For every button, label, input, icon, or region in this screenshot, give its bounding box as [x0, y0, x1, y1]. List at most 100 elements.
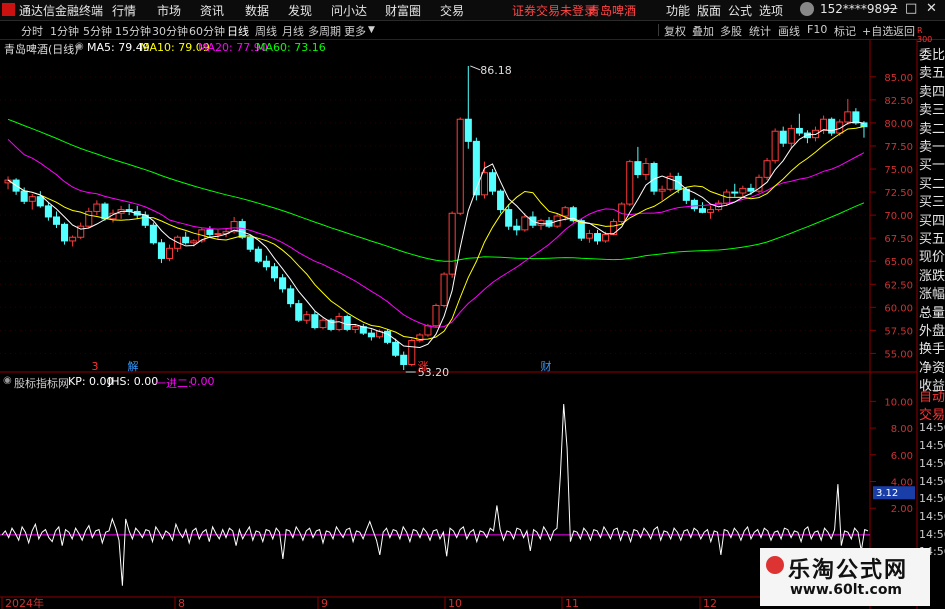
candle-body — [585, 233, 593, 239]
side-panel-label: 买五 — [919, 232, 945, 247]
candle-body — [472, 140, 480, 196]
y-tick-label: 65.00 — [884, 257, 913, 268]
event-marker: 财 — [541, 359, 552, 373]
candle-body — [262, 260, 270, 268]
side-panel-label: 现价 — [919, 250, 945, 266]
side-panel-label: 涨幅 — [919, 287, 945, 303]
candle-body — [642, 162, 650, 176]
candle-body — [480, 172, 488, 196]
ind-y-tick-label: 6.00 — [891, 451, 913, 462]
y-tick-label: 72.50 — [884, 188, 913, 199]
candle-body — [513, 225, 521, 231]
side-panel-label: 14:56 — [919, 474, 945, 488]
y-tick-label: 67.50 — [884, 234, 913, 245]
side-panel-label: 卖五 — [919, 66, 945, 82]
candle-body — [731, 191, 739, 194]
candle-body — [747, 187, 755, 192]
candle-body — [44, 205, 52, 218]
candle-body — [852, 111, 860, 124]
candle-body — [698, 208, 707, 213]
candle-body — [287, 288, 295, 305]
side-panel-label: 14:56 — [919, 509, 945, 523]
watermark-logo-icon — [766, 556, 784, 574]
y-tick-label: 77.50 — [884, 142, 913, 153]
side-panel-label: 总量 — [919, 305, 945, 321]
y-tick-label: 75.00 — [884, 165, 913, 176]
ind-y-tick-label: 2.00 — [891, 504, 913, 515]
candle-body — [61, 223, 69, 242]
candle-body — [755, 176, 763, 192]
candle-body — [165, 247, 174, 259]
side-panel-label: 14:56 — [919, 456, 945, 470]
candle-body — [69, 236, 77, 242]
watermark-url: www.60lt.com — [790, 582, 903, 598]
x-tick-label: 2024年 — [5, 596, 44, 609]
candle-body — [634, 161, 642, 176]
candle-body — [424, 325, 432, 336]
candle-body — [593, 233, 602, 242]
candle-body — [674, 175, 682, 190]
r-badge-icon: R 300 — [917, 26, 933, 44]
kline-chart[interactable]: 55.00 57.50 60.00 62.50 65.00 67.50 70.00 72.50… — [0, 0, 945, 609]
candle-body — [343, 316, 351, 330]
candle-body — [351, 326, 359, 330]
side-panel-label: 卖一 — [919, 140, 945, 155]
candle-body — [400, 354, 408, 365]
candle-body — [214, 233, 222, 236]
watermark: 乐淘公式网 www.60lt.com — [760, 548, 930, 606]
candle-body — [157, 242, 165, 259]
y-tick-label: 57.50 — [884, 326, 913, 337]
x-tick-label: 10 — [448, 597, 462, 609]
candle-body — [658, 188, 666, 192]
candle-body — [626, 161, 634, 205]
side-panel-label: 卖四 — [919, 84, 945, 100]
candle-body — [505, 209, 513, 227]
event-marker: 涨 — [418, 360, 429, 373]
candle-body — [779, 130, 787, 144]
candle-body — [820, 118, 828, 131]
side-panel-label[interactable]: 交易 — [919, 404, 945, 423]
x-tick-label: 11 — [565, 597, 579, 609]
candle-body — [771, 130, 779, 162]
y-tick-label: 62.50 — [884, 280, 913, 291]
ind-y-tick-label: 8.00 — [891, 424, 913, 435]
candle-body — [707, 209, 715, 213]
side-panel-label: 外盘 — [919, 324, 945, 339]
candle-body — [763, 160, 771, 178]
candle-body — [602, 233, 610, 242]
candle-body — [182, 236, 190, 244]
candle-body — [610, 221, 618, 235]
quote-side-panel: 委比 卖五 卖四 卖三 卖二 卖一 买一 买二 买三 买四 买五 现价 涨跌 涨幅 总量 外盘 换手 净资 收益 自动… — [917, 44, 945, 609]
side-panel-label: 涨跌 — [919, 268, 945, 284]
candle-body — [101, 203, 109, 220]
candle-body — [440, 273, 448, 306]
candle-body — [497, 190, 505, 211]
candle-body — [682, 188, 690, 201]
side-panel-label: 净资 — [919, 360, 945, 376]
side-panel-label: 买四 — [919, 213, 945, 229]
side-panel-label: 14:56 — [919, 421, 945, 435]
candle-body — [319, 319, 327, 329]
candle-body — [279, 277, 287, 290]
side-panel-label: 买二 — [919, 176, 945, 192]
side-panel-label: 换手 — [919, 342, 945, 358]
side-panel-label[interactable]: 自动 — [919, 386, 945, 405]
candle-body — [270, 266, 279, 279]
candle-body — [739, 187, 747, 194]
y-tick-label: 70.00 — [884, 211, 913, 222]
y-tick-label: 85.00 — [884, 73, 913, 84]
side-panel-label: 买三 — [919, 195, 945, 211]
candle-body — [561, 207, 569, 217]
candle-body — [521, 216, 529, 231]
high-pointer — [470, 65, 481, 71]
candle-body — [206, 229, 214, 235]
high-label: 86.18 — [480, 64, 512, 77]
candle-body — [650, 162, 658, 192]
ind-y-tick-label: 10.00 — [884, 397, 913, 408]
candle-body — [246, 236, 254, 250]
x-tick-label: 9 — [321, 597, 328, 609]
ma60-line — [7, 118, 865, 262]
y-tick-label: 80.00 — [884, 119, 913, 130]
candle-body — [311, 314, 319, 329]
candle-body — [844, 111, 852, 123]
